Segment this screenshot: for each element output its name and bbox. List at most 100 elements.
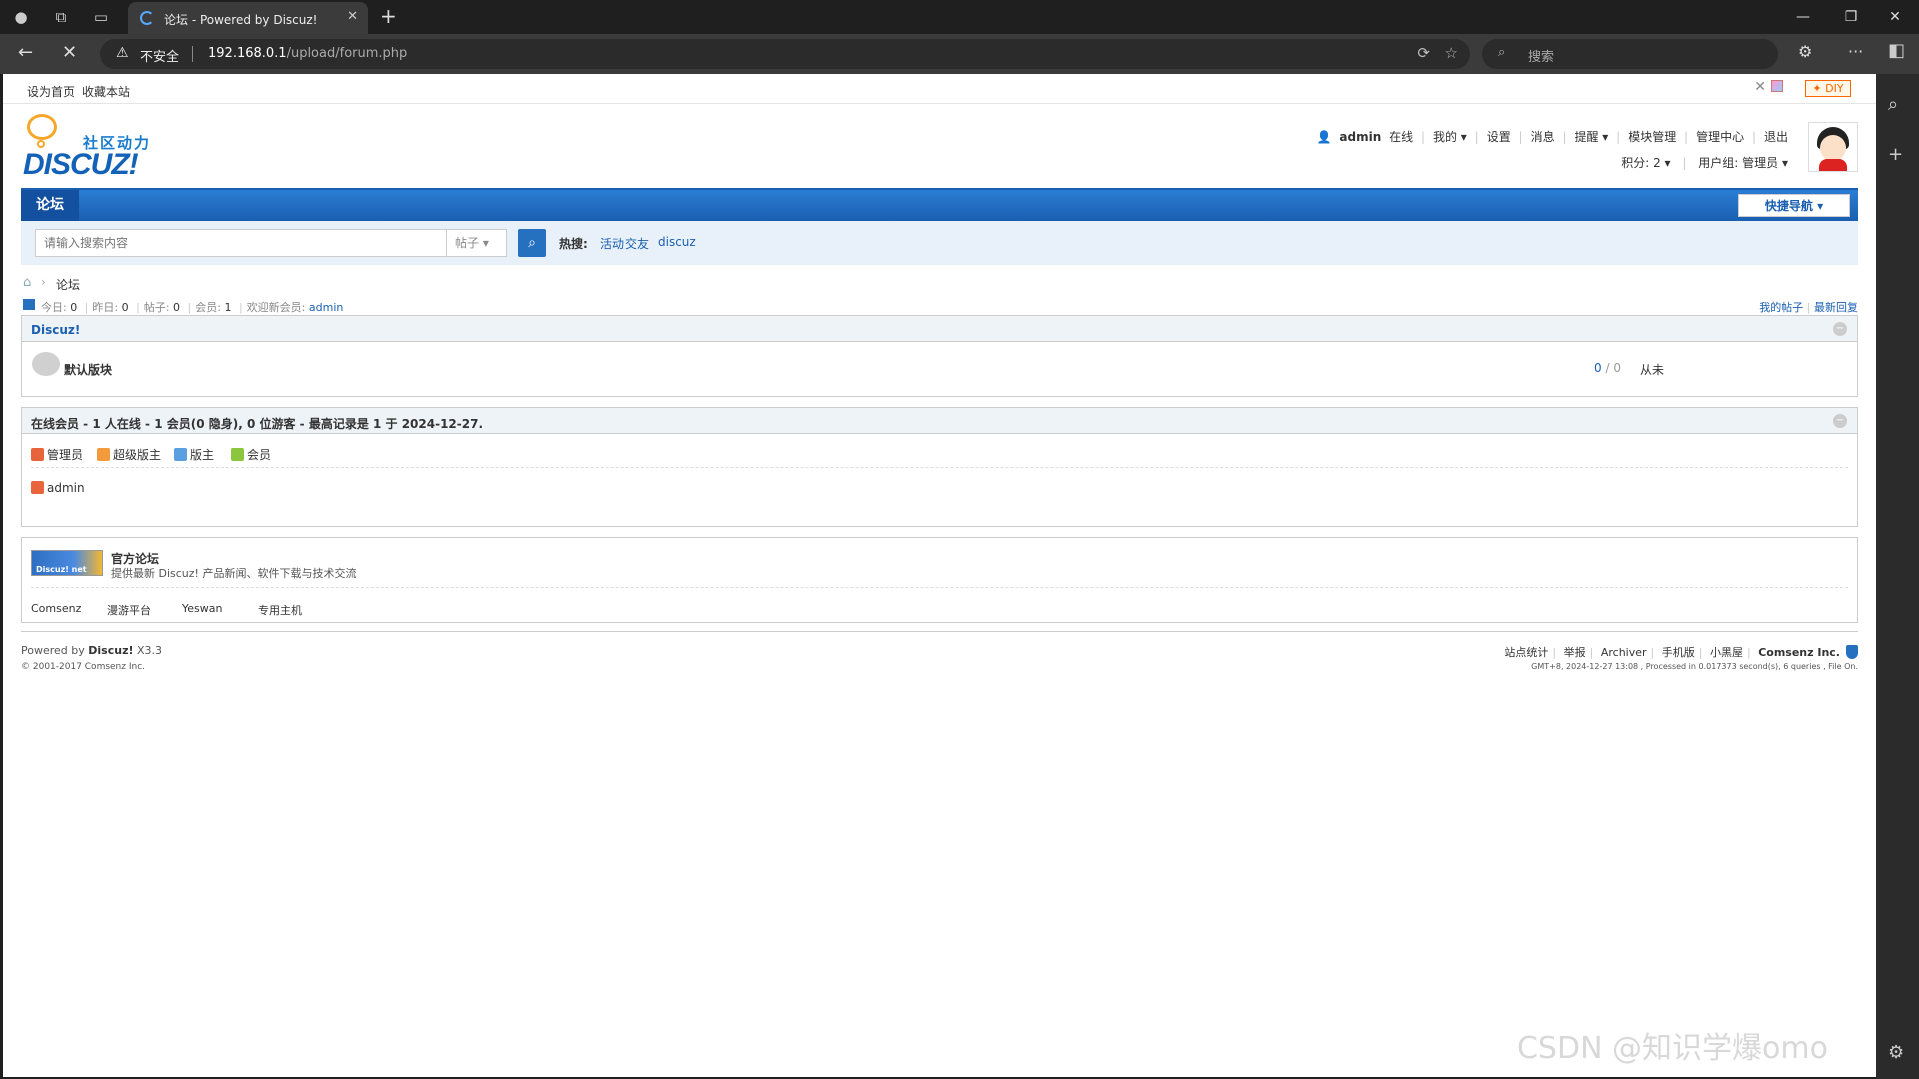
extensions-icon[interactable]: ⚙ bbox=[1798, 42, 1812, 61]
breadcrumb: ⌂ › 论坛 bbox=[21, 265, 1858, 295]
user-menu: 👤 admin 在线 | 我的 ▾ | 设置 | 消息 | 提醒 ▾ | 模块管理 | 管理… bbox=[1316, 130, 1788, 144]
close-tab-icon[interactable]: ✕ bbox=[347, 9, 358, 24]
hot-search-link[interactable]: 交友 bbox=[625, 235, 649, 252]
legend-label: 超级版主 bbox=[113, 448, 162, 462]
new-member-link[interactable]: admin bbox=[309, 301, 343, 314]
search-bar: 帖子 ▾ ⌕ 热搜: 活动 交友 discuz bbox=[21, 221, 1858, 265]
admin-group-icon bbox=[31, 448, 44, 461]
tab-actions-icon[interactable]: ▭ bbox=[88, 5, 114, 29]
profile-icon[interactable]: ● bbox=[8, 5, 34, 29]
username-link[interactable]: admin bbox=[1339, 130, 1381, 144]
hot-search-link[interactable]: 活动 bbox=[600, 235, 624, 252]
legend-label: 版主 bbox=[190, 448, 215, 462]
logo-brand: DISCUZ! bbox=[23, 148, 139, 181]
quick-nav-button[interactable]: 快捷导航 ▾ bbox=[1738, 194, 1850, 217]
close-window-icon[interactable]: ✕ bbox=[1872, 4, 1918, 30]
discuz-net-logo[interactable]: Discuz! net bbox=[31, 550, 103, 576]
back-icon[interactable]: ← bbox=[18, 42, 33, 63]
menu-module-admin[interactable]: 模块管理 bbox=[1628, 130, 1676, 144]
home-icon[interactable]: ⌂ bbox=[23, 275, 31, 290]
breadcrumb-current[interactable]: 论坛 bbox=[56, 276, 80, 293]
active-tab[interactable]: 论坛 - Powered by Discuz! ✕ bbox=[128, 2, 368, 34]
search-type-value: 帖子 bbox=[455, 236, 480, 250]
logo-bubble-icon bbox=[27, 114, 57, 140]
footer-link[interactable]: 站点统计 bbox=[1504, 646, 1548, 659]
menu-reminders[interactable]: 提醒 ▾ bbox=[1574, 130, 1608, 144]
menu-settings[interactable]: 设置 bbox=[1487, 130, 1511, 144]
menu-admin-center[interactable]: 管理中心 bbox=[1696, 130, 1744, 144]
online-members-box: 在线会员 - 1 人在线 - 1 会员(0 隐身), 0 位游客 - 最高记录是… bbox=[21, 407, 1858, 527]
footer-link[interactable]: 举报 bbox=[1564, 646, 1586, 659]
address-bar: ← ✕ ⚠ 不安全 192.168.0.1/upload/forum.php ⟳… bbox=[0, 34, 1919, 74]
url-field[interactable]: ⚠ 不安全 192.168.0.1/upload/forum.php ⟳ ☆ bbox=[100, 39, 1470, 69]
security-label[interactable]: 不安全 bbox=[140, 46, 179, 65]
friend-link[interactable]: 专用主机 bbox=[258, 602, 302, 618]
copyright: © 2001-2017 Comsenz Inc. bbox=[21, 662, 146, 672]
warning-icon: ⚠ bbox=[116, 45, 129, 61]
user-info: 积分: 2 ▾ | 用户组: 管理员 ▾ bbox=[1621, 156, 1788, 170]
online-title[interactable]: 在线会员 - 1 人在线 - 1 会员(0 隐身), 0 位游客 - 最高记录是… bbox=[31, 415, 483, 432]
sidebar-toggle-icon[interactable]: ◧ bbox=[1888, 40, 1905, 61]
footer-link[interactable]: 小黑屋 bbox=[1710, 646, 1743, 659]
new-tab-icon[interactable]: + bbox=[380, 4, 397, 28]
friend-link[interactable]: 漫游平台 bbox=[107, 602, 151, 618]
legend-item: 管理员 bbox=[31, 446, 83, 463]
online-user[interactable]: admin bbox=[31, 481, 85, 495]
avatar[interactable] bbox=[1808, 122, 1858, 172]
super-moderator-icon bbox=[97, 448, 110, 461]
favorite-star-icon[interactable]: ☆ bbox=[1445, 44, 1458, 62]
footer-link[interactable]: 手机版 bbox=[1662, 646, 1695, 659]
sidebar-add-icon[interactable]: + bbox=[1888, 144, 1903, 165]
forum-row: 默认版块 0 / 0 从未 bbox=[22, 342, 1857, 397]
my-posts-link[interactable]: 我的帖子 bbox=[1759, 301, 1803, 314]
legend-label: 管理员 bbox=[47, 448, 84, 462]
shield-icon[interactable] bbox=[1846, 645, 1858, 659]
site-header: 社区动力 DISCUZ! 👤 admin 在线 | 我的 ▾ | 设置 | 消息 | 提… bbox=[3, 104, 1876, 188]
user-group[interactable]: 用户组: 管理员 ▾ bbox=[1698, 156, 1788, 170]
stats-chart-icon[interactable] bbox=[23, 299, 35, 310]
hot-search-link[interactable]: discuz bbox=[658, 235, 696, 249]
footer-link[interactable]: Archiver bbox=[1601, 646, 1647, 659]
bookmark-site-link[interactable]: 收藏本站 bbox=[82, 83, 130, 100]
nav-tab-forum[interactable]: 论坛 bbox=[21, 190, 79, 221]
latest-reply-link[interactable]: 最新回复 bbox=[1814, 301, 1858, 314]
stop-loading-icon[interactable]: ✕ bbox=[62, 42, 77, 63]
diy-button[interactable]: ✦ DIY bbox=[1805, 80, 1851, 97]
forum-name[interactable]: 默认版块 bbox=[64, 361, 112, 378]
style-switch-icon[interactable] bbox=[1771, 80, 1783, 92]
menu-logout[interactable]: 退出 bbox=[1764, 130, 1788, 144]
close-panel-icon[interactable]: ✕ bbox=[1754, 79, 1766, 95]
forum-posts: 0 bbox=[1613, 361, 1621, 375]
url-path: /upload/forum.php bbox=[286, 46, 408, 61]
translate-icon[interactable]: ⟳ bbox=[1417, 44, 1430, 62]
minimize-icon[interactable]: — bbox=[1780, 4, 1826, 30]
menu-messages[interactable]: 消息 bbox=[1531, 130, 1555, 144]
friend-link[interactable]: Yeswan bbox=[182, 602, 222, 615]
sidebar-settings-icon[interactable]: ⚙ bbox=[1888, 1042, 1904, 1063]
workspaces-icon[interactable]: ⧉ bbox=[48, 5, 74, 29]
search-button[interactable]: ⌕ bbox=[518, 229, 546, 257]
powered-label: Powered by bbox=[21, 644, 89, 657]
admin-group-icon bbox=[31, 481, 44, 494]
friend-link[interactable]: Comsenz bbox=[31, 602, 81, 615]
browser-search-field[interactable]: ⌕ 搜索 bbox=[1482, 39, 1778, 69]
sidebar-search-icon[interactable]: ⌕ bbox=[1888, 94, 1898, 115]
browser-sidebar: ◧ ⌕ + ⚙ bbox=[1876, 40, 1919, 1079]
collapse-icon[interactable]: − bbox=[1833, 414, 1847, 428]
online-status[interactable]: 在线 bbox=[1389, 130, 1413, 144]
more-menu-icon[interactable]: ··· bbox=[1848, 42, 1863, 61]
powered-brand[interactable]: Discuz! bbox=[88, 644, 133, 657]
user-credits[interactable]: 积分: 2 ▾ bbox=[1621, 156, 1670, 170]
collapse-icon[interactable]: − bbox=[1833, 322, 1847, 336]
search-type-select[interactable]: 帖子 ▾ bbox=[447, 229, 507, 257]
powered-by: Powered by Discuz! X3.3 bbox=[21, 644, 162, 657]
discuz-net-logo-text: Discuz! net bbox=[36, 565, 87, 574]
restore-icon[interactable]: ❐ bbox=[1828, 4, 1874, 30]
footer-company[interactable]: Comsenz Inc. bbox=[1758, 646, 1840, 659]
category-title[interactable]: Discuz! bbox=[31, 323, 80, 337]
category-box: Discuz! − 默认版块 0 / 0 从未 bbox=[21, 315, 1858, 397]
menu-my[interactable]: 我的 ▾ bbox=[1433, 130, 1467, 144]
search-input[interactable] bbox=[35, 229, 447, 257]
set-homepage-link[interactable]: 设为首页 bbox=[27, 83, 75, 100]
online-username[interactable]: admin bbox=[47, 481, 85, 495]
